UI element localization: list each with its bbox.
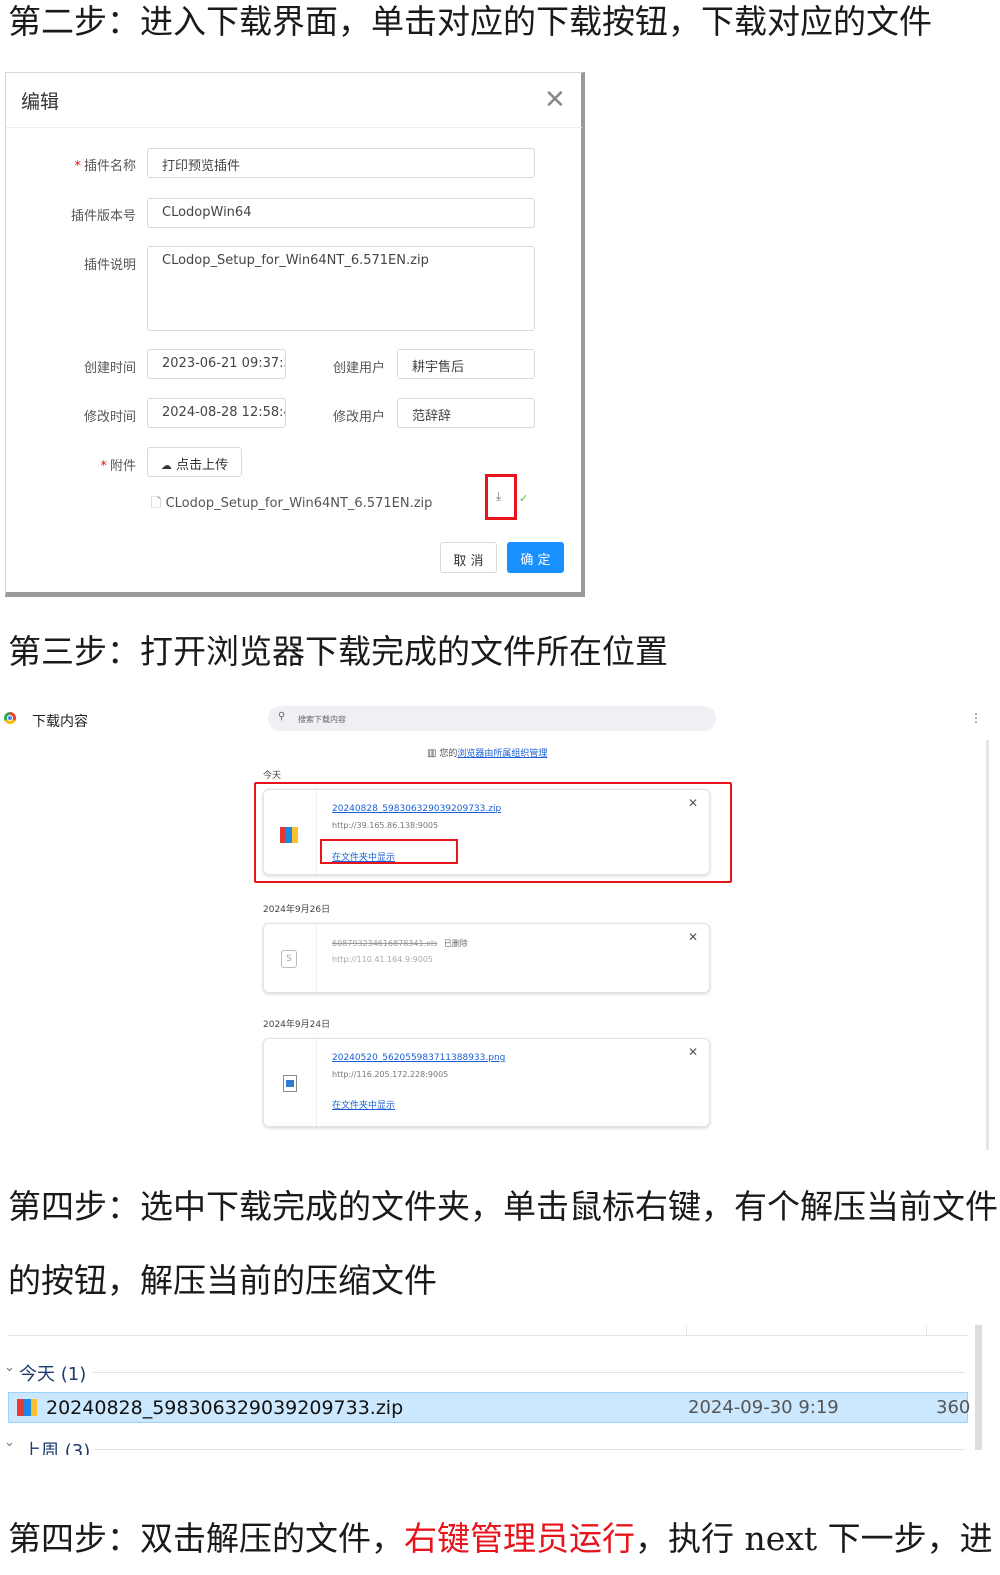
column-divider[interactable] [926,1325,927,1335]
success-check-icon: ✓ [519,492,529,505]
step4b-heading: 第四步：双击解压的文件，右键管理员运行，执行 next 下一步，进 [8,1519,993,1559]
download-url: http://110.41.164.9:9005 [332,955,433,964]
required-mark: * [100,459,107,474]
download-item: 20240520_562055983711388933.png http://1… [263,1038,710,1127]
step4-heading-line1: 第四步：选中下载完成的文件夹，单击鼠标右键，有个解压当前文件 [8,1187,998,1226]
building-icon: ▥ [427,748,437,759]
download-file-link[interactable]: 20240520_562055983711388933.png [332,1053,505,1063]
attachment-label-text: 附件 [109,459,136,474]
download-icon-column: S [264,924,317,992]
remove-download-icon[interactable]: ✕ [688,930,698,944]
step4b-heading-red: 右键管理员运行 [404,1519,635,1558]
close-icon[interactable]: ✕ [544,87,566,113]
created-time-label: 创建时间 [83,361,136,376]
group-label-today: 今天 (1) [19,1364,87,1385]
group-label-last-week: 上周 (3) [23,1441,91,1455]
remove-download-icon[interactable]: ✕ [688,1045,698,1059]
step3-heading: 第三步：打开浏览器下载完成的文件所在位置 [8,632,668,671]
group-divider [93,1372,965,1373]
plugin-version-label: 插件版本号 [70,209,136,224]
show-in-folder-highlight [320,839,458,864]
step4-heading-line2: 的按钮，解压当前的压缩文件 [8,1261,437,1300]
file-modified-date: 2024-09-30 9:19 [688,1397,839,1418]
plugin-desc-textarea[interactable]: CLodop_Setup_for_Win64NT_6.571EN.zip [147,246,535,331]
download-url: http://116.205.172.228:9005 [332,1070,449,1079]
deleted-file-row: 608793234616878341.xls 已删除 [332,938,468,949]
modified-time-input[interactable]: 2024-08-28 12:58:4 [147,398,286,428]
step4b-heading-part2: ，执行 next 下一步，进 [635,1519,993,1558]
created-user-label: 创建用户 [332,361,385,376]
search-placeholder: 搜索下载内容 [298,715,346,724]
date-group-label: 今天 [263,771,282,781]
plugin-name-label: * 插件名称 [56,155,136,174]
required-mark: * [74,159,81,174]
chrome-downloads-page: 下载内容 ⚲ 搜索下载内容 ⋮ ▥ 您的浏览器由所属组织管理 今天 202408… [0,700,1000,1155]
image-file-icon [283,1075,297,1092]
file-size: 360 [936,1397,971,1418]
zip-file-icon [17,1397,37,1417]
cloud-upload-icon: ☁ [160,459,172,472]
upload-button[interactable]: ☁ 点击上传 [147,447,242,477]
download-item-highlight [254,782,732,883]
dialog-title: 编辑 [21,91,60,113]
plugin-version-input[interactable]: CLodopWin64 [147,198,535,228]
managed-notice: ▥ 您的浏览器由所属组织管理 [427,746,547,759]
search-downloads-input[interactable]: ⚲ 搜索下载内容 [268,706,716,731]
deleted-file-icon: S [281,950,297,968]
column-divider[interactable] [686,1325,687,1335]
group-divider [93,1449,965,1450]
modified-user-label: 修改用户 [332,410,385,425]
date-group-label: 2024年9月26日 [263,905,331,915]
upload-button-label: 点击上传 [176,458,229,473]
download-icon-column [264,1039,317,1126]
created-time-input[interactable]: 2023-06-21 09:37:3 [147,349,286,379]
download-icon[interactable]: ⤓ [496,489,501,504]
more-menu-icon[interactable]: ⋮ [970,711,982,725]
plugin-name-input[interactable]: 打印预览插件 [147,148,535,178]
attachment-label: * 附件 [56,455,136,474]
search-icon: ⚲ [278,711,286,722]
step2-heading: 第二步：进入下载界面，单击对应的下载按钮，下载对应的文件 [8,2,932,41]
created-user-input[interactable]: 耕宇售后 [397,349,535,379]
plugin-name-label-text: 插件名称 [83,159,136,174]
scrollbar[interactable] [975,1325,982,1450]
managed-link[interactable]: 浏览器由所属组织管理 [457,749,547,759]
managed-prefix: 您的 [439,749,458,759]
modified-time-label: 修改时间 [83,410,136,425]
file-name: 20240828_598306329039209733.zip [46,1397,404,1419]
attachment-file-row: 🗋 CLodop_Setup_for_Win64NT_6.571EN.zip [151,494,432,516]
dialog-divider [6,127,582,128]
group-header-today[interactable]: ⌄ 今天 (1) [4,1358,968,1386]
attachment-file-name[interactable]: CLodop_Setup_for_Win64NT_6.571EN.zip [166,496,433,511]
downloads-title: 下载内容 [32,714,88,730]
deleted-status: 已删除 [443,939,468,948]
column-header-row [8,1325,968,1336]
chrome-logo-icon [4,712,16,724]
plugin-desc-label: 插件说明 [83,258,136,273]
modified-user-input[interactable]: 范辞辞 [397,398,535,428]
step4b-heading-part1: 第四步：双击解压的文件， [8,1519,404,1558]
cancel-button[interactable]: 取 消 [440,542,497,573]
scrollbar[interactable] [986,740,989,1150]
show-in-folder-link[interactable]: 在文件夹中显示 [332,1098,395,1111]
edit-dialog: 编辑 ✕ * 插件名称 打印预览插件 插件版本号 CLodopWin64 插件说明… [5,72,585,597]
file-icon: 🗋 [151,496,162,511]
ok-button[interactable]: 确 定 [507,542,564,573]
deleted-file-name: 608793234616878341.xls [332,939,438,948]
file-explorer-list: ⌄ 今天 (1) 20240828_598306329039209733.zip… [0,1325,1000,1455]
date-group-label: 2024年9月24日 [263,1020,331,1030]
download-item: S 608793234616878341.xls 已删除 http://110.… [263,923,710,993]
file-row-selected[interactable]: 20240828_598306329039209733.zip 2024-09-… [8,1392,971,1423]
collapse-chevron-icon[interactable]: ⌄ [4,1435,15,1450]
group-header-last-week[interactable]: ⌄ 上周 (3) [4,1433,968,1455]
collapse-chevron-icon[interactable]: ⌄ [4,1360,15,1375]
